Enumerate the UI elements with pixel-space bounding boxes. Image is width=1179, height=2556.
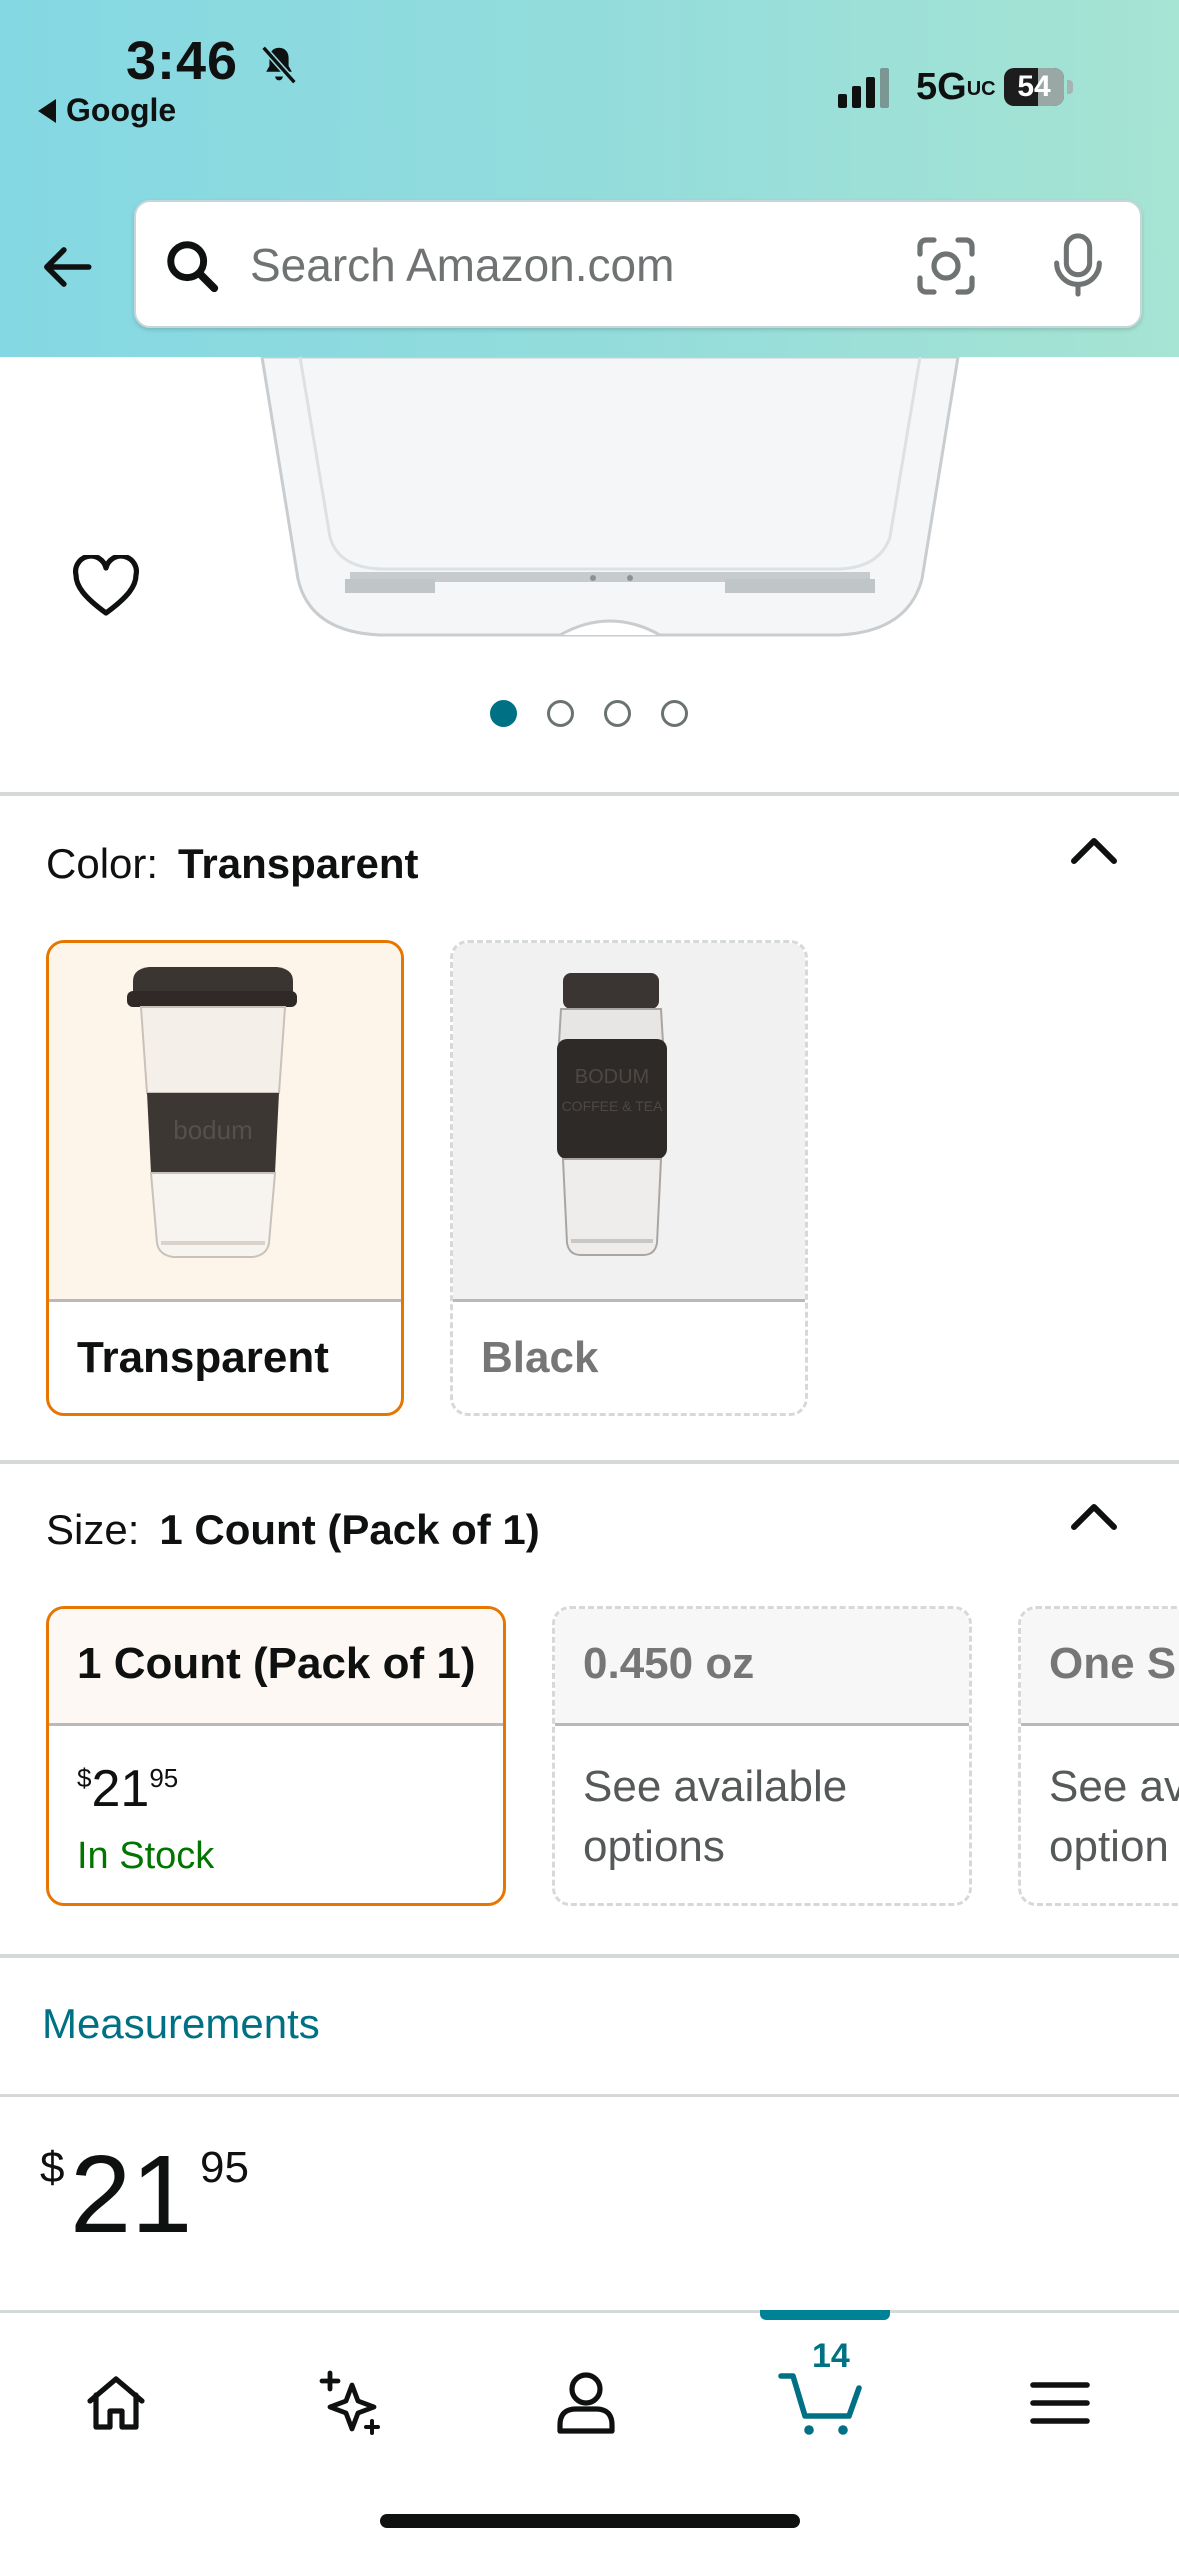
svg-text:bodum: bodum [173,1115,253,1145]
search-bar[interactable] [134,200,1142,328]
color-heading: Color: Transparent [46,840,419,887]
active-tab-indicator [760,2310,890,2320]
carousel-dot[interactable] [547,700,574,727]
size-option-label: 1 Count (Pack of 1) [77,1639,476,1688]
size-option-one-size[interactable]: One Si See av option [1018,1606,1179,1906]
chevron-up-icon[interactable] [1068,834,1120,868]
bell-muted-icon [261,45,297,85]
nav-account[interactable] [526,2353,646,2453]
sparkle-icon [319,2370,380,2435]
microphone-icon[interactable] [1050,232,1106,298]
carousel-dot[interactable] [490,700,517,727]
selected-color: Transparent [178,840,419,887]
status-time: 3:46 [126,31,239,91]
size-heading: Size: 1 Count (Pack of 1) [46,1506,540,1553]
cart-count-badge: 14 [812,2337,850,2375]
selected-size: 1 Count (Pack of 1) [159,1506,540,1553]
svg-text:COFFEE & TEA: COFFEE & TEA [562,1098,664,1114]
size-option-label: 0.450 oz [583,1639,755,1688]
hamburger-menu-icon [1030,2382,1090,2424]
person-icon [557,2372,615,2434]
color-option-transparent[interactable]: bodum Transparent [46,940,404,1416]
signal-icon [838,68,889,108]
battery-level: 54 [1017,70,1051,103]
home-icon [87,2376,145,2430]
measurements-link[interactable]: Measurements [42,2000,320,2048]
divider [0,792,1179,796]
color-option-label: Black [481,1333,599,1382]
swatch-image: bodum [49,943,401,1299]
color-option-black[interactable]: BODUM COFFEE & TEA Black [450,940,808,1416]
size-option-price: $2195 [77,1760,179,1818]
search-icon [167,241,219,293]
cart-icon [778,2373,862,2435]
size-option-0450-oz[interactable]: 0.450 oz See available options [552,1606,972,1906]
product-image[interactable] [0,357,1179,657]
nav-menu[interactable] [1000,2353,1120,2453]
carousel-dot[interactable] [604,700,631,727]
divider [0,1954,1179,1958]
price-whole: 21 [70,2133,193,2256]
chevron-up-icon[interactable] [1068,1500,1120,1534]
app-header: 3:46 Google 5GUC 54 [0,0,1179,357]
size-option-note: See av option [1049,1762,1179,1871]
camera-lens-icon[interactable] [914,234,978,298]
back-arrow-icon[interactable] [36,236,98,298]
price-symbol: $ [40,2143,65,2192]
swatch-image: BODUM COFFEE & TEA [453,943,805,1299]
size-option-note: See available options [583,1762,848,1871]
size-option-1-count[interactable]: 1 Count (Pack of 1) $2195 In Stock [46,1606,506,1906]
divider [0,2094,1179,2097]
size-option-label: One Si [1049,1639,1179,1688]
price-fraction: 95 [200,2143,249,2192]
heart-icon[interactable] [72,555,140,619]
network-label: 5GUC [916,66,996,108]
battery-icon: 54 [1004,68,1074,106]
divider [0,1460,1179,1464]
nav-rufus[interactable] [290,2353,410,2453]
nav-home[interactable] [56,2353,176,2453]
color-option-label: Transparent [77,1333,329,1382]
back-to-app-link[interactable]: Google [38,92,176,129]
svg-text:BODUM: BODUM [575,1066,649,1088]
search-input[interactable] [250,230,890,300]
carousel-dots [490,700,688,727]
back-triangle-icon [38,98,56,123]
carousel-dot[interactable] [661,700,688,727]
back-app-label: Google [66,92,177,128]
home-indicator[interactable] [380,2514,800,2528]
stock-status: In Stock [77,1835,215,1877]
cup-image-graphic [260,357,960,637]
